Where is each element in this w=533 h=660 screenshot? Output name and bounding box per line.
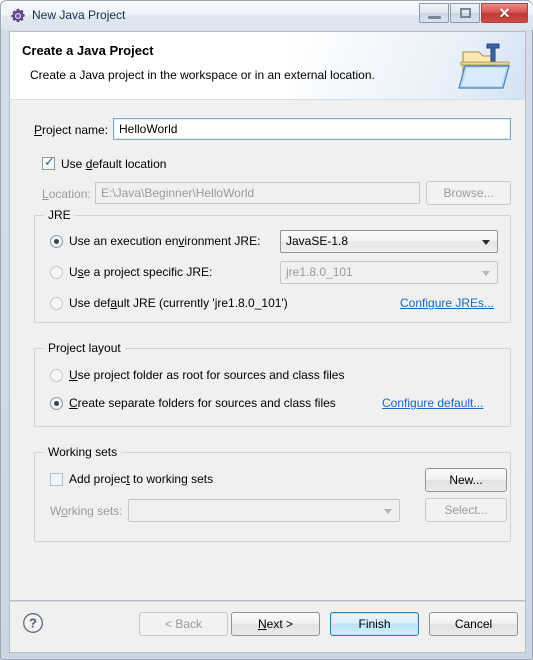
wizard-banner: Create a Java Project Create a Java proj… <box>9 31 526 99</box>
add-project-to-working-sets-checkbox[interactable]: ✓ <box>50 473 63 486</box>
select-working-set-button[interactable]: Select... <box>425 498 507 522</box>
minimize-button[interactable] <box>419 3 449 23</box>
project-layout-group-title: Project layout <box>44 341 125 355</box>
page-subtitle: Create a Java project in the workspace o… <box>30 68 375 82</box>
window-title: New Java Project <box>32 8 126 22</box>
configure-jres-link[interactable]: Configure JREs... <box>400 296 494 310</box>
radio-dot-icon <box>54 401 59 406</box>
close-icon: ✕ <box>498 5 511 21</box>
browse-button[interactable]: Browse... <box>426 181 511 205</box>
cancel-button[interactable]: Cancel <box>429 612 518 636</box>
finish-button[interactable]: Finish <box>330 612 419 636</box>
project-specific-jre-value: jre1.8.0_101 <box>286 265 353 279</box>
use-default-location-label: Use default location <box>61 157 167 171</box>
new-working-set-button[interactable]: New... <box>425 468 507 492</box>
project-layout-group: Project layout Use project folder as roo… <box>34 341 511 427</box>
execution-environment-value: JavaSE-1.8 <box>286 234 349 248</box>
project-name-label: Project name: <box>34 123 109 137</box>
radio-project-folder-root-label: Use project folder as root for sources a… <box>69 368 345 382</box>
project-name-input[interactable]: HelloWorld <box>113 118 511 140</box>
radio-execution-environment-jre[interactable] <box>50 235 63 248</box>
svg-text:?: ? <box>29 616 37 631</box>
jre-group: JRE Use an execution environment JRE: Ja… <box>34 208 511 323</box>
minimize-icon <box>428 16 441 19</box>
radio-default-jre[interactable] <box>50 297 63 310</box>
maximize-button[interactable] <box>450 3 480 23</box>
use-default-location-checkbox[interactable]: ✓ <box>42 155 55 170</box>
radio-project-specific-jre-label: Use a project specific JRE: <box>69 265 213 279</box>
maximize-icon <box>460 8 471 18</box>
back-button[interactable]: < Back <box>139 612 228 636</box>
chevron-down-icon <box>482 271 490 276</box>
radio-project-folder-root[interactable] <box>50 369 63 382</box>
working-sets-combobox[interactable] <box>128 499 400 522</box>
help-icon[interactable]: ? <box>22 612 44 634</box>
chevron-down-icon <box>384 509 392 514</box>
location-label: Location: <box>42 187 91 201</box>
next-button-label: Next > <box>257 617 294 631</box>
dialog-button-bar: ? < Back Next > Finish Cancel <box>9 601 526 653</box>
java-folder-icon <box>457 40 513 92</box>
window-titlebar[interactable]: New Java Project ✕ <box>2 2 533 30</box>
close-button[interactable]: ✕ <box>481 3 528 23</box>
radio-project-specific-jre[interactable] <box>50 266 63 279</box>
project-specific-jre-combobox[interactable]: jre1.8.0_101 <box>280 261 498 284</box>
checkmark-icon: ✓ <box>44 155 55 170</box>
radio-dot-icon <box>54 239 59 244</box>
execution-environment-combobox[interactable]: JavaSE-1.8 <box>280 230 498 253</box>
java-project-gear-icon <box>10 8 26 24</box>
working-sets-label: Working sets: <box>50 504 123 518</box>
button-bar-separator <box>10 601 525 602</box>
configure-default-link[interactable]: Configure default... <box>382 396 483 410</box>
radio-separate-folders-label: Create separate folders for sources and … <box>69 396 336 410</box>
page-title: Create a Java Project <box>22 43 154 58</box>
chevron-down-icon <box>482 240 490 245</box>
working-sets-group-title: Working sets <box>44 445 122 459</box>
next-button[interactable]: Next > <box>231 612 320 636</box>
add-project-to-working-sets-label: Add project to working sets <box>69 472 214 486</box>
radio-separate-folders[interactable] <box>50 397 63 410</box>
radio-execution-environment-jre-label: Use an execution environment JRE: <box>69 234 261 248</box>
wizard-content: Project name: HelloWorld ✓ Use default l… <box>9 99 526 601</box>
new-java-project-dialog: New Java Project ✕ Create a Java Project… <box>0 0 533 660</box>
jre-group-title: JRE <box>44 208 75 222</box>
location-input[interactable]: E:\Java\Beginner\HelloWorld <box>95 182 420 204</box>
radio-default-jre-label: Use default JRE (currently 'jre1.8.0_101… <box>69 296 288 310</box>
working-sets-group: Working sets ✓ Add project to working se… <box>34 445 511 542</box>
